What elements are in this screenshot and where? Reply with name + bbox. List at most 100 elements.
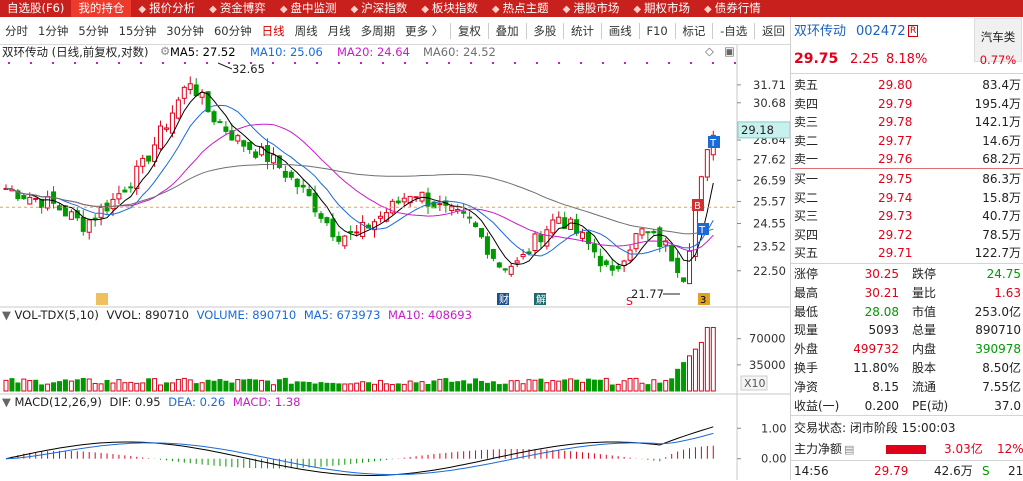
list-icon[interactable]: ▤ <box>844 440 854 459</box>
nav-tab-10[interactable]: ◆ 债券行情 <box>697 0 768 17</box>
ma-label-2: MA20: 24.64 <box>337 45 410 59</box>
volume-bar <box>681 362 687 392</box>
volume-bar <box>568 378 574 392</box>
toolbar-separator <box>638 22 640 39</box>
main-net-bar <box>886 445 926 454</box>
candle-body <box>532 233 538 252</box>
b-marker-text: B <box>694 201 701 212</box>
tool-button-2[interactable]: 多股 <box>528 22 561 40</box>
event-dot <box>96 62 98 64</box>
stat-label: 收益(一) <box>794 398 840 413</box>
tool-button-3[interactable]: 统计 <box>566 22 599 40</box>
nav-tab-7[interactable]: ◆ 热点主题 <box>485 0 556 17</box>
nav-tab-9[interactable]: ◆ 期权市场 <box>626 0 697 17</box>
high-mark-label: 32.65 <box>232 62 265 76</box>
candle-body <box>146 155 152 162</box>
nav-icon: ◆ <box>350 4 359 15</box>
nav-tab-2[interactable]: ◆ 报价分析 <box>131 0 202 17</box>
event-dot <box>74 62 76 64</box>
bid-volume: 40.7万 <box>982 209 1021 223</box>
nav-tab-3[interactable]: ◆ 资金博弈 <box>202 0 273 17</box>
period-tab-10[interactable]: 更多 〉 <box>400 22 448 40</box>
s-marker[interactable]: S <box>626 295 633 308</box>
candle-body <box>574 219 580 234</box>
bid-volume: 122.7万 <box>974 246 1021 260</box>
volume-bar <box>39 384 45 392</box>
tool-button-4[interactable]: 画线 <box>604 22 637 40</box>
volume-bar <box>270 384 276 392</box>
tool-button-1[interactable]: 叠加 <box>491 22 524 40</box>
tool-button-7[interactable]: -自选 <box>715 22 752 40</box>
volume-bar <box>21 378 27 392</box>
volume-unit-label: X10 <box>744 377 766 390</box>
period-tab-7[interactable]: 周线 <box>290 22 323 40</box>
kline-chart-area[interactable]: 31.71 30.68 28.64 27.62 26.59 25.57 24.55 23.52… <box>0 44 790 480</box>
volume-bar <box>372 383 377 392</box>
nav-tab-label: 报价分析 <box>149 1 196 15</box>
event-marker[interactable] <box>96 293 108 305</box>
bid-row: 买五 29.71 122.7万 <box>794 244 1021 263</box>
tool-button-8[interactable]: 返回 <box>757 22 790 40</box>
period-tab-4[interactable]: 30分钟 <box>161 22 209 40</box>
event-dot <box>184 62 186 64</box>
main-net-label: 主力净额 <box>794 442 843 456</box>
tool-button-0[interactable]: 复权 <box>453 22 486 40</box>
candle-body <box>514 260 520 264</box>
nav-tab-8[interactable]: ◆ 港股市场 <box>556 0 627 17</box>
candle-body <box>645 231 651 234</box>
stat-row: 现量 5093 总量 890710 <box>794 321 1021 340</box>
nav-tab-1[interactable]: 我的持仓 <box>71 0 132 17</box>
stat-label: 涨停 <box>794 267 819 281</box>
candle-body <box>223 126 229 132</box>
period-tab-1[interactable]: 1分钟 <box>33 22 73 40</box>
candle-body <box>187 83 193 90</box>
candle-body <box>300 184 306 188</box>
volume-bar <box>187 379 193 392</box>
nav-tab-5[interactable]: ◆ 沪深指数 <box>344 0 415 17</box>
candle-body <box>377 215 383 219</box>
candle-body <box>342 235 348 247</box>
gear-icon[interactable]: ⚙ <box>160 44 170 59</box>
volume-bar <box>467 383 473 392</box>
period-tab-3[interactable]: 15分钟 <box>114 22 162 40</box>
period-tab-9[interactable]: 多周期 <box>356 22 401 40</box>
chart-canvas[interactable]: 31.7130.6828.6427.6226.5925.5724.5523.52… <box>0 45 790 480</box>
maximize-icon[interactable]: ▣ <box>724 44 735 59</box>
nav-tab-4[interactable]: ◆ 盘中监测 <box>273 0 344 17</box>
volume-bar <box>56 381 62 392</box>
nav-icon: ◆ <box>704 4 712 15</box>
period-tab-6[interactable]: 日线 <box>257 22 290 40</box>
candle-body <box>265 145 271 162</box>
volume-bar <box>609 384 615 392</box>
stat-row: 最高 30.21 量比 1.63 <box>794 284 1021 303</box>
volume-bar <box>550 380 556 392</box>
event-dot <box>382 62 384 64</box>
volume-bar <box>229 382 235 392</box>
period-tab-2[interactable]: 5分钟 <box>73 22 113 40</box>
diamond-icon[interactable]: ◇ <box>705 44 714 59</box>
ask-label: 卖四 <box>794 96 819 111</box>
nav-tab-label: 板块指数 <box>431 1 478 15</box>
period-tab-8[interactable]: 月线 <box>323 22 356 40</box>
period-tab-5[interactable]: 60分钟 <box>209 22 257 40</box>
volume-bar <box>377 379 383 392</box>
trade-status: 交易状态: 闭市阶段 15:00:03 <box>794 421 956 435</box>
jie-marker-text: 解 <box>536 293 546 306</box>
nav-tab-0[interactable]: 自选股(F6) <box>0 0 71 17</box>
period-tab-0[interactable]: 分时 <box>0 22 33 40</box>
volume-bar <box>615 383 621 392</box>
event-dot <box>30 62 32 64</box>
volume-bar <box>443 378 449 392</box>
macd-value: MACD: 1.38 <box>232 395 301 409</box>
volume-bar <box>591 379 597 392</box>
volume-bar <box>193 383 199 392</box>
volume-bar <box>621 380 627 392</box>
tool-button-6[interactable]: 标记 <box>677 22 710 40</box>
toolbar-separator <box>754 22 755 39</box>
nav-tab-6[interactable]: ◆ 板块指数 <box>414 0 485 17</box>
bid-row: 买三 29.73 40.7万 <box>794 207 1021 226</box>
tool-button-5[interactable]: F10 <box>641 22 672 40</box>
volume-bar <box>687 355 693 392</box>
candle-body <box>591 243 597 253</box>
stat-label: 量比 <box>912 285 937 300</box>
